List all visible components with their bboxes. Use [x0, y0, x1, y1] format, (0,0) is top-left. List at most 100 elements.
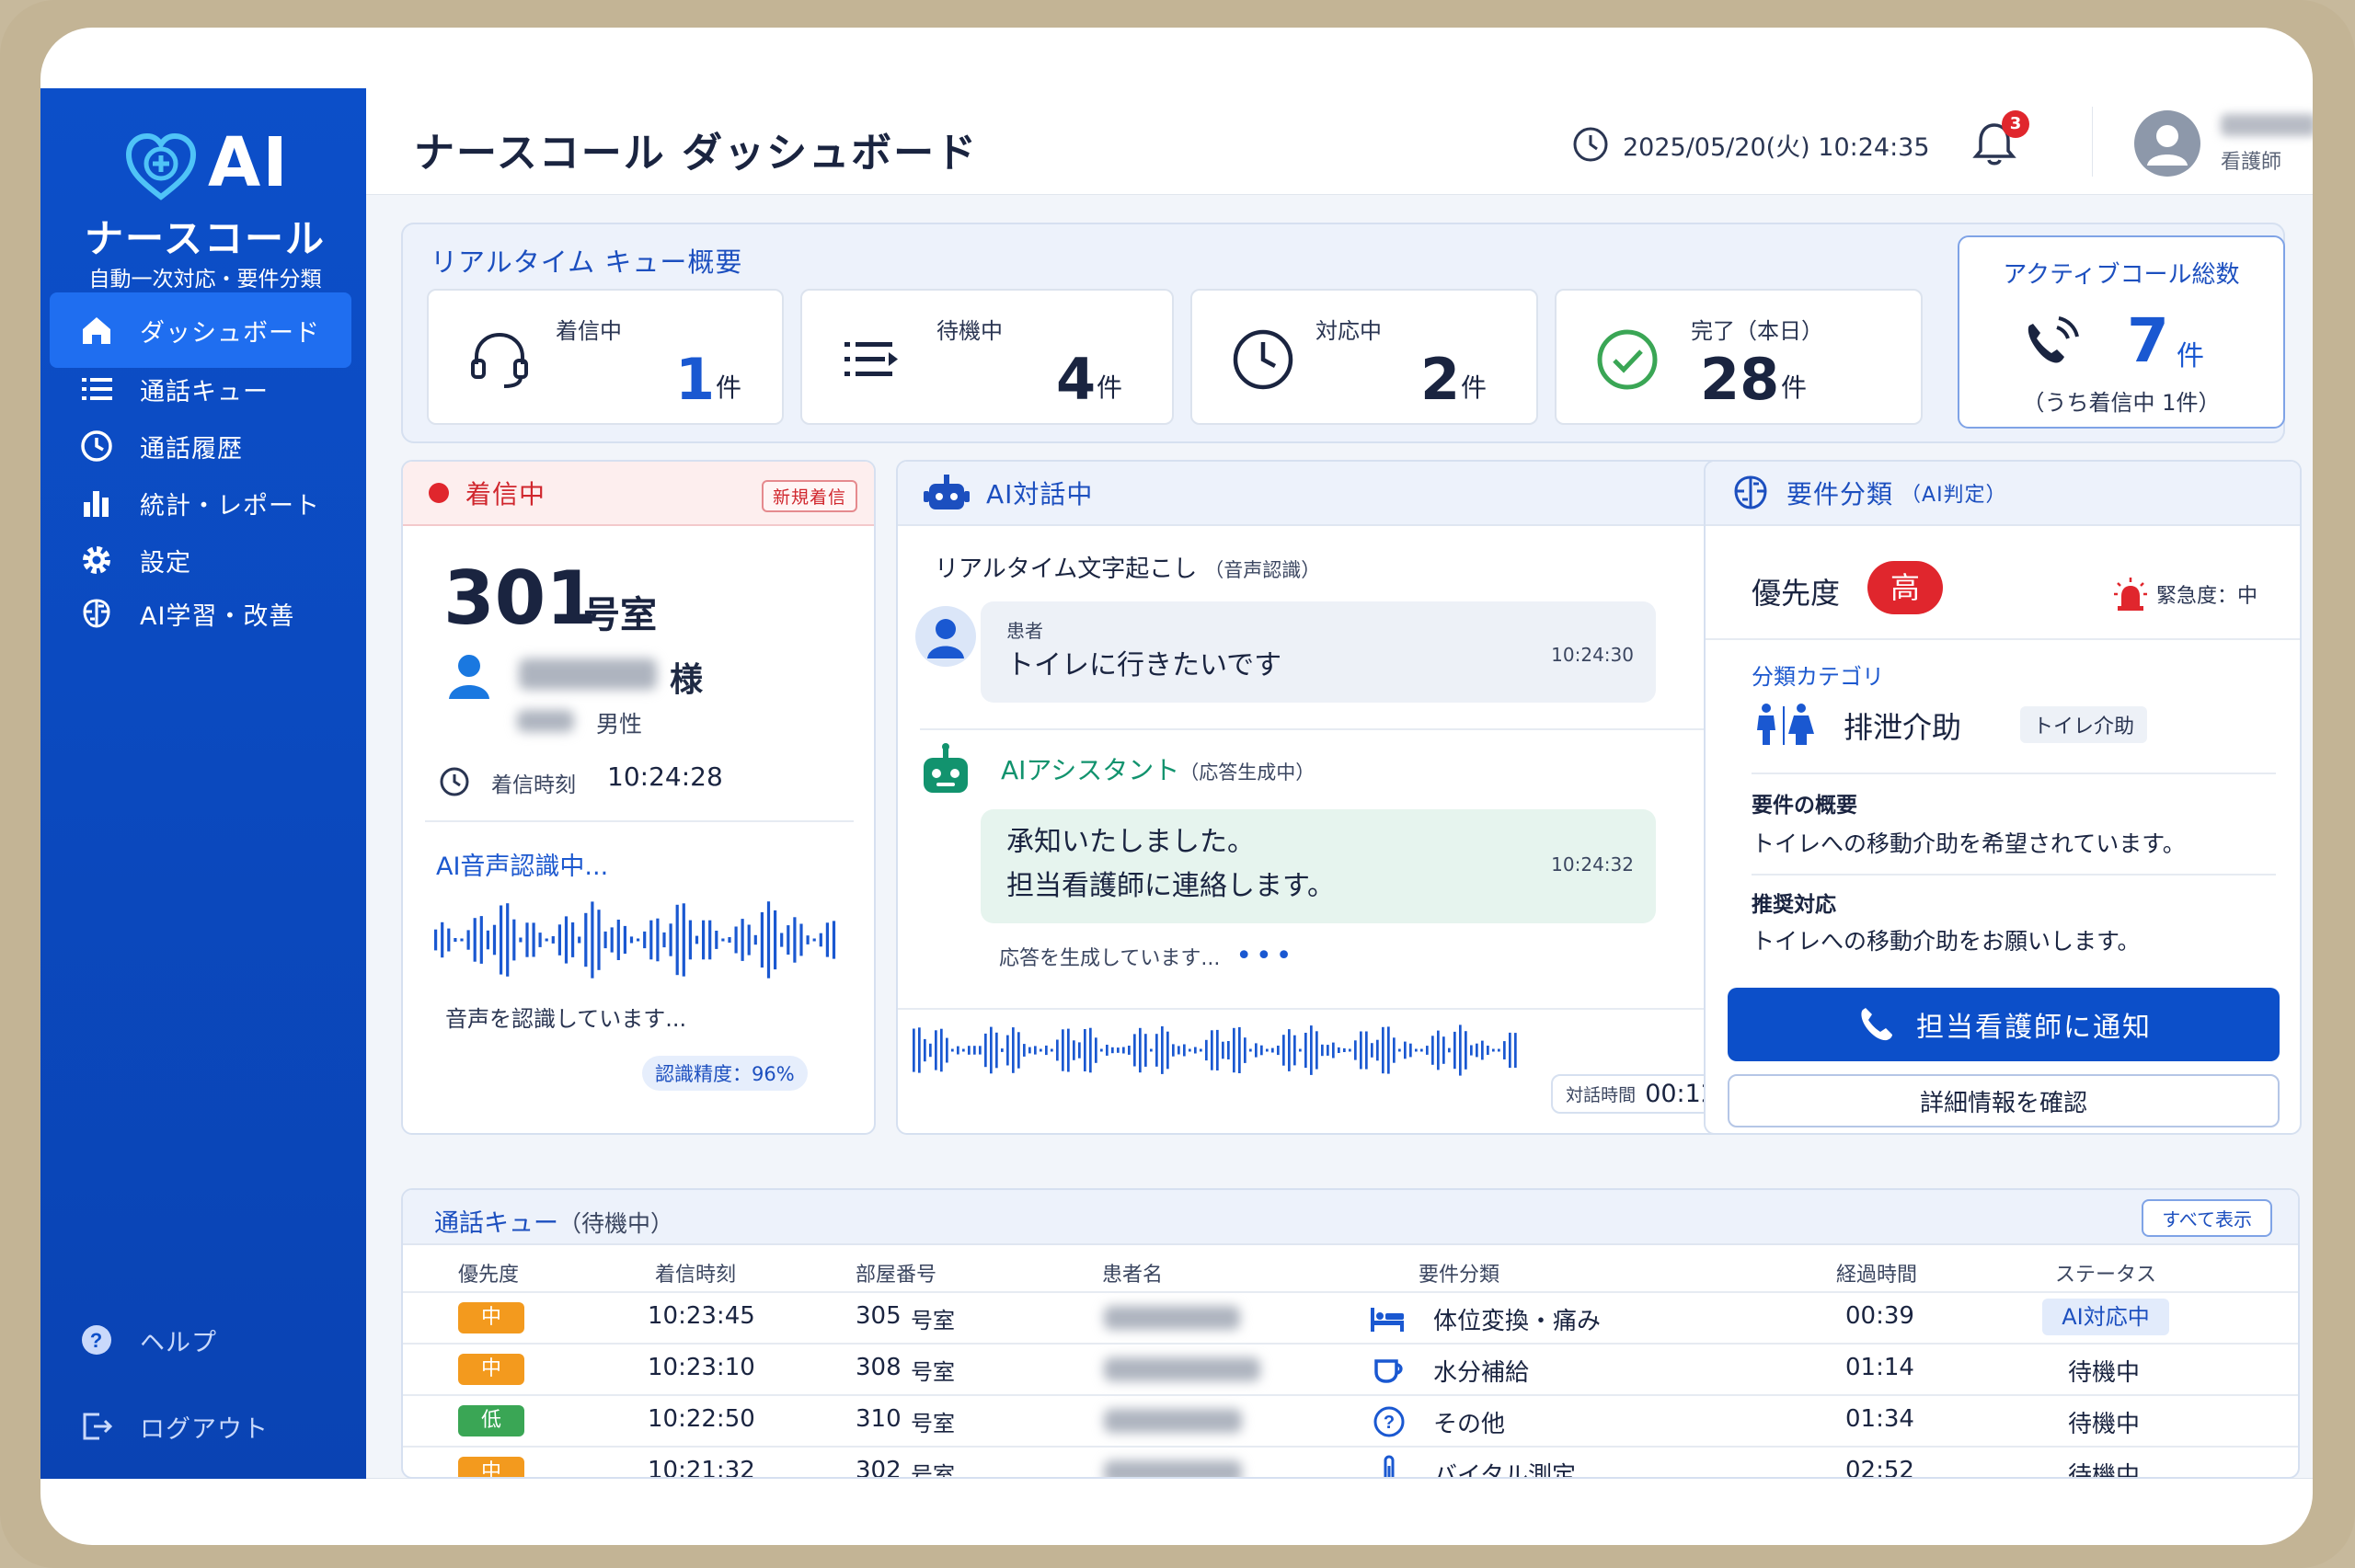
waveform-bar — [479, 916, 483, 964]
logout-icon — [77, 1407, 116, 1446]
waveform-bar — [1012, 1027, 1015, 1073]
waveform-bar — [1404, 1041, 1407, 1059]
sidebar-item-ai-learning[interactable]: AI学習・改善 — [50, 576, 351, 651]
column-header-room: 部屋番号 — [856, 1264, 937, 1287]
waveform-bar — [1426, 1046, 1429, 1055]
ai-message-bubble: 承知いたしました。 担当看護師に連絡します。 10:24:32 — [981, 809, 1656, 923]
sidebar-item-label: ヘルプ — [140, 1328, 217, 1357]
stat-value: 1 — [675, 346, 716, 413]
waveform-bar — [1194, 1047, 1197, 1054]
logo-title: ナースコール — [85, 216, 326, 261]
waveform-bar — [1078, 1042, 1081, 1059]
waveform-bar — [913, 1028, 915, 1072]
typing-dots-icon: ••• — [1235, 940, 1296, 972]
req-title-tag: （AI判定） — [1901, 484, 2007, 507]
ai-panel-header: AI対話中 — [898, 462, 1744, 526]
gear-icon — [77, 541, 116, 579]
patient-age-blurred — [517, 710, 574, 732]
summary-label: 要件の概要 — [1752, 794, 1857, 818]
waveform-bar — [1409, 1043, 1412, 1058]
waveform-bar — [1442, 1036, 1445, 1064]
waveform-bar — [1304, 1033, 1307, 1069]
patient-avatar-icon — [915, 606, 976, 667]
heart-plus-icon — [125, 132, 197, 200]
avatar[interactable] — [2134, 110, 2200, 177]
ai-message-line-1: 承知いたしました。 — [1006, 826, 1255, 858]
active-total-value: 7 — [2127, 305, 2169, 376]
room-unit: 号室 — [911, 1462, 955, 1479]
call-time: 10:24:28 — [607, 761, 723, 792]
patient-message-time: 10:24:30 — [1551, 644, 1634, 666]
table-row[interactable]: 低 10:22:50 310 号室 ? その他 01:34 待機中 — [403, 1394, 2298, 1446]
incoming-title: 着信中 — [465, 479, 546, 509]
patient-icon — [449, 655, 489, 699]
app-window: AI ナースコール 自動一次対応・要件分類 ダッシュボード 通話キュー 通話履歴 — [40, 88, 2313, 1479]
bed-icon — [1371, 1308, 1404, 1332]
notify-button-label: 担当看護師に通知 — [1916, 1012, 2152, 1044]
waveform-bar — [603, 931, 607, 949]
waveform-bar — [1398, 1048, 1401, 1052]
live-dot-icon — [429, 483, 449, 503]
view-details-button[interactable]: 詳細情報を確認 — [1728, 1074, 2280, 1127]
waveform-bar — [1437, 1030, 1440, 1070]
sidebar-item-logout[interactable]: ログアウト — [50, 1389, 351, 1464]
waveform-bar — [766, 901, 771, 979]
table-row[interactable]: 中 10:23:45 305 号室 体位変換・痛み 00:39 AI対応中 — [403, 1291, 2298, 1343]
patient-name-blurred — [1104, 1357, 1260, 1381]
sidebar-item-help[interactable]: ? ヘルプ — [50, 1302, 351, 1378]
waveform-bar — [1453, 1031, 1456, 1070]
stat-card-in-progress[interactable]: 対応中 2 件 — [1190, 289, 1538, 425]
waveform-bar — [1227, 1041, 1230, 1059]
header-divider — [2092, 107, 2093, 177]
active-calls-total[interactable]: アクティブコール総数 7 件 （うち着信中 1件） — [1958, 235, 2285, 429]
incoming-call-panel: 着信中 新規着信 301 号室 様 男性 着信時刻 10:24:28 AI音声認… — [401, 460, 876, 1135]
patient-label: 患者 — [1006, 620, 1043, 642]
category: 水分補給 — [1433, 1359, 1530, 1387]
stat-card-waiting[interactable]: 待機中 4 件 — [800, 289, 1174, 425]
req-title: 要件分類 — [1786, 479, 1894, 509]
waveform-bar — [1509, 1032, 1511, 1069]
waveform-bar — [1465, 1031, 1467, 1070]
generating-text: 応答を生成しています... — [999, 947, 1221, 970]
waveform-bar — [1420, 1048, 1423, 1052]
waveform-bar — [760, 911, 764, 968]
stat-value: 4 — [1056, 346, 1097, 413]
patient-message-bubble: 患者 トイレに行きたいです 10:24:30 — [981, 601, 1656, 703]
table-row[interactable]: 中 10:23:10 308 号室 水分補給 01:14 待機中 — [403, 1343, 2298, 1394]
room-number: 305 — [856, 1302, 902, 1330]
restroom-icon — [1757, 704, 1814, 745]
waveform-bar — [832, 921, 836, 959]
waveform-bar — [1481, 1040, 1484, 1060]
urgency-indicator: 緊急度：中 — [2112, 576, 2257, 612]
waveform-bar — [1282, 1035, 1285, 1066]
ai-label-tag: （応答生成中） — [1179, 761, 1315, 784]
waveform-bar — [1244, 1037, 1246, 1063]
waveform-bar — [747, 924, 751, 956]
urgency-text: 緊急度：中 — [2156, 585, 2258, 608]
waveform-bar — [1172, 1044, 1175, 1057]
waveform-bar — [610, 927, 614, 953]
waveform-bar — [957, 1046, 959, 1055]
waveform-bar — [591, 901, 594, 979]
stat-card-completed[interactable]: 完了（本日） 28 件 — [1555, 289, 1923, 425]
stat-card-incoming[interactable]: 着信中 1 件 — [427, 289, 784, 425]
waveform-bar — [774, 910, 777, 970]
sidebar-item-label: 設定 — [140, 548, 191, 578]
category: バイタル測定 — [1433, 1462, 1576, 1479]
waveform-bar — [447, 928, 451, 952]
call-queue-table: 通話キュー（待機中） すべて表示 優先度 着信時刻 部屋番号 患者名 要件分類 … — [401, 1188, 2300, 1479]
status-text: 待機中 — [2068, 1411, 2141, 1438]
waveform-bar — [968, 1046, 971, 1055]
check-circle-icon — [1597, 329, 1658, 390]
waveform-bar — [656, 918, 660, 962]
robot-icon — [924, 475, 970, 509]
notify-nurse-button[interactable]: 担当看護師に通知 — [1728, 988, 2280, 1061]
waveform-bar — [434, 929, 438, 951]
waveform-bar — [441, 921, 444, 958]
waveform-bar — [1139, 1027, 1142, 1073]
table-row[interactable]: 中 10:21:32 302 号室 バイタル測定 02:52 待機中 — [403, 1446, 2298, 1479]
show-all-button[interactable]: すべて表示 — [2142, 1199, 2272, 1237]
category: その他 — [1433, 1411, 1506, 1438]
waveform-bar — [1514, 1033, 1517, 1068]
waveform-bar — [1255, 1043, 1258, 1058]
